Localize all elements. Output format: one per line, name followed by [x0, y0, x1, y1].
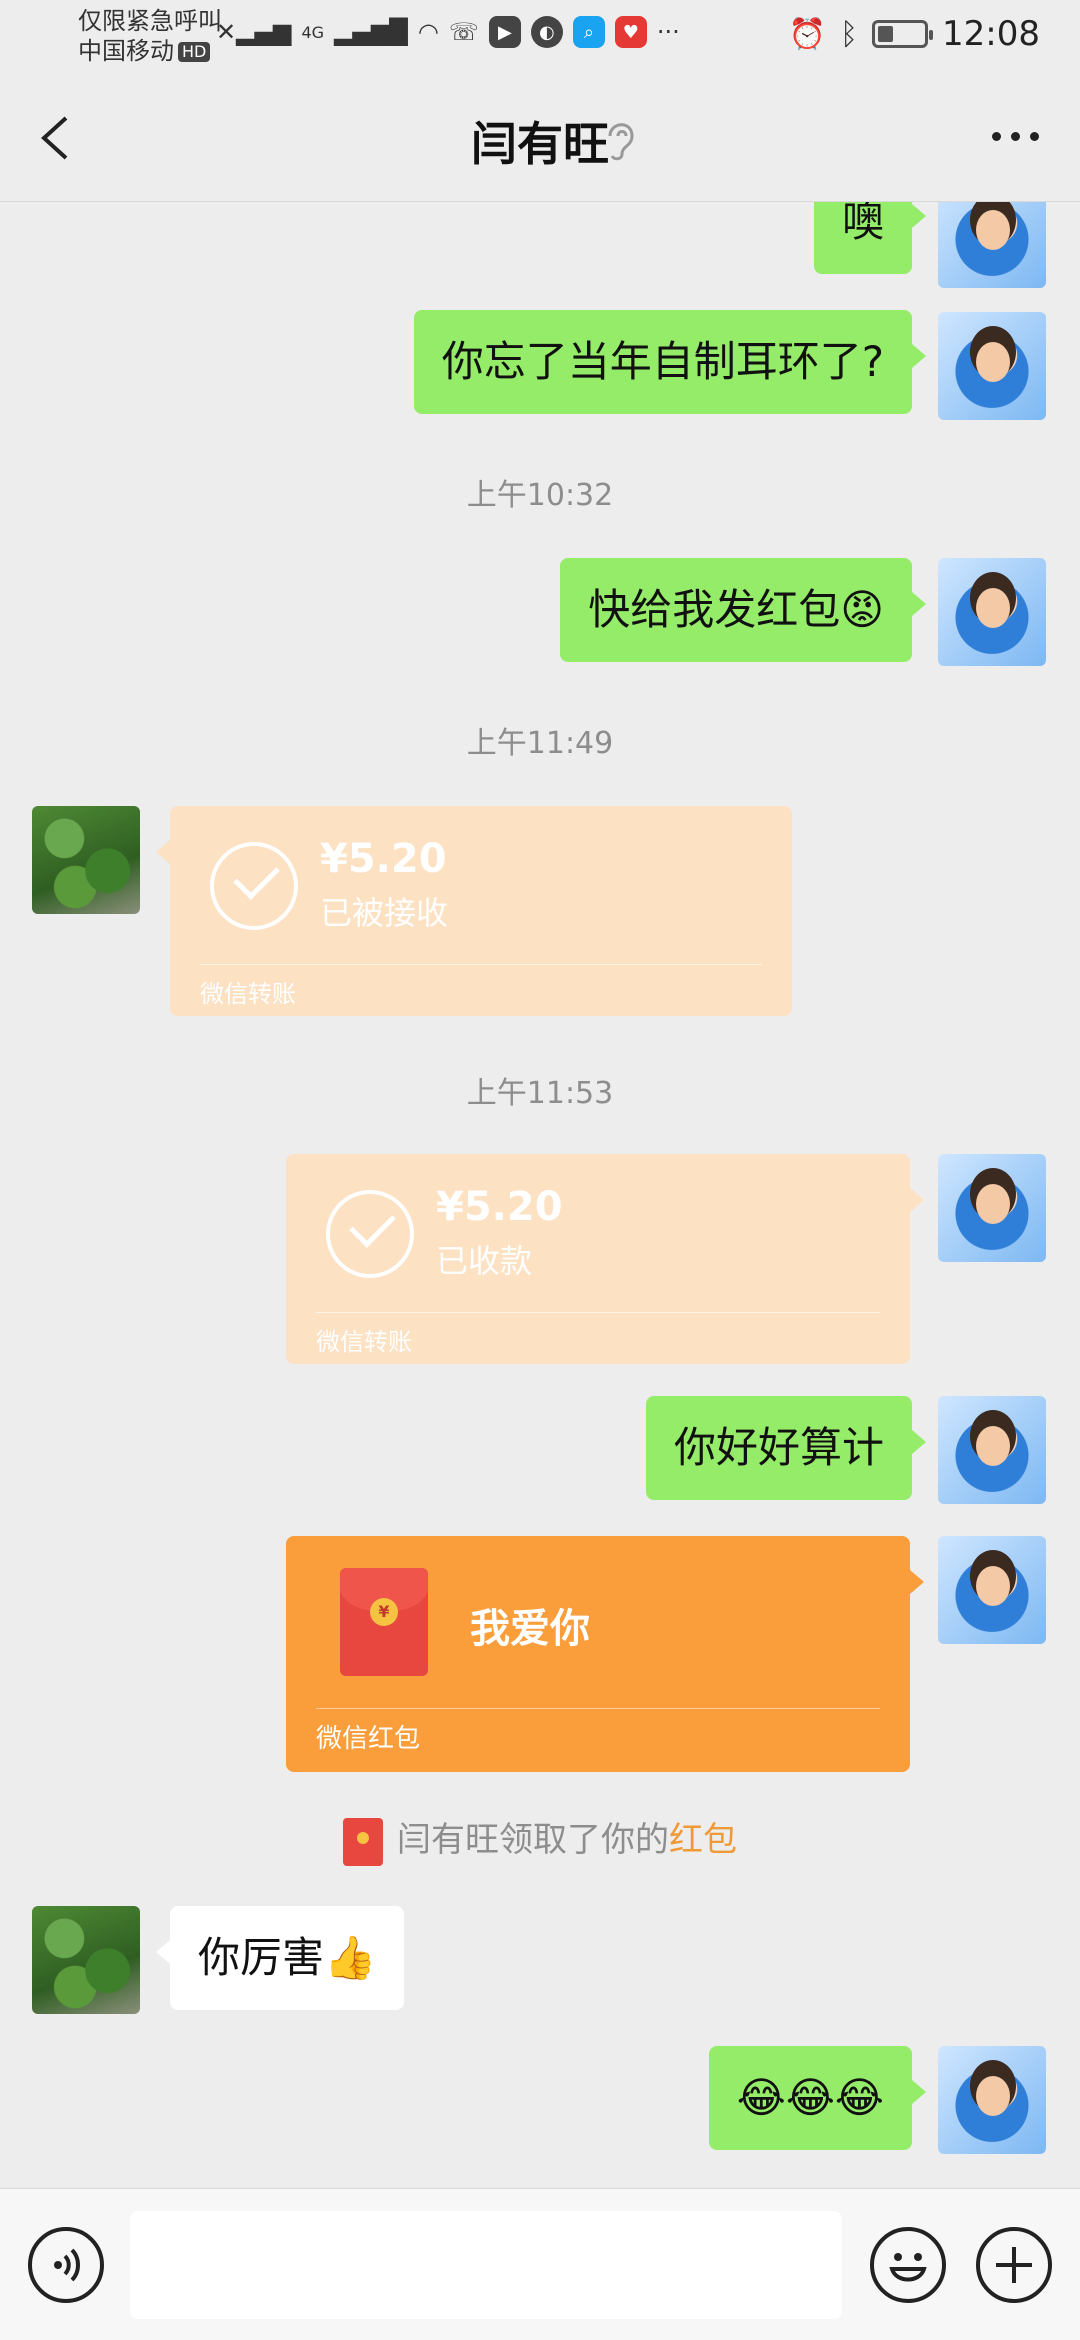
divider [200, 964, 762, 965]
red-envelope-icon: ¥ [340, 1568, 428, 1676]
my-avatar[interactable] [938, 202, 1046, 288]
transfer-amount: ¥5.20 [320, 836, 447, 882]
carrier-name: 中国移动 [78, 37, 174, 65]
message-bubble-sent[interactable]: 😂😂😂 [708, 2046, 927, 2150]
my-avatar[interactable] [938, 2046, 1046, 2154]
more-notifications-icon: ··· [656, 18, 680, 46]
transfer-status: 已被接收 [320, 894, 449, 932]
message-bubble-received[interactable]: 你厉害👍 [155, 1906, 405, 2010]
network-type: 4G [301, 22, 325, 42]
contact-avatar[interactable] [32, 806, 140, 914]
status-bar: 仅限紧急呼叫 中国移动 HD ✕▂▄▆ 4G ▂▄▆█ ◠ ☏ ▶ ◐ ⌕ ♥ ·… [0, 0, 1080, 74]
missed-call-icon: ☏ [448, 18, 479, 46]
message-list[interactable]: 噢 你忘了当年自制耳环了? 上午10:32 快给我发红包😡 上午11:49 ¥5… [0, 202, 1080, 2188]
red-packet-card[interactable]: ¥ 我爱你 微信红包 [286, 1536, 924, 1772]
more-functions-button[interactable] [976, 2227, 1052, 2303]
signal-icon: ▂▄▆█ [334, 18, 408, 46]
check-icon [326, 1190, 414, 1278]
timestamp: 上午10:32 [466, 478, 614, 513]
no-signal-icon: ✕▂▄▆ [216, 18, 292, 46]
red-packet-message: 我爱你 [470, 1606, 590, 1652]
transfer-label: 微信转账 [200, 980, 296, 1008]
wifi-icon: ◠ [417, 18, 439, 46]
heart-app-icon: ♥ [614, 16, 647, 48]
plus-icon [996, 2247, 1032, 2283]
red-packet-label: 微信红包 [316, 1724, 421, 1754]
clock: 12:08 [942, 14, 1040, 54]
my-avatar[interactable] [938, 1154, 1046, 1262]
transfer-card-received[interactable]: ¥5.20 已被接收 微信转账 [156, 806, 792, 1016]
system-message-text: 闫有旺领取了你的 [397, 1820, 669, 1860]
emoji-button[interactable] [870, 2227, 946, 2303]
yuan-coin-icon: ¥ [370, 1598, 398, 1626]
alarm-icon: ⏰ [788, 16, 827, 52]
check-icon [210, 842, 298, 930]
chat-title: 闫有旺 [471, 117, 609, 171]
earpiece-mode-icon [608, 123, 634, 161]
dot-icon [1029, 131, 1039, 141]
transfer-label: 微信转账 [316, 1328, 412, 1356]
hd-badge: HD [178, 42, 211, 62]
app-notification-icon: ▶ [488, 16, 521, 48]
my-avatar[interactable] [938, 1536, 1046, 1644]
timestamp: 上午11:49 [466, 726, 614, 761]
status-right: ⏰ ᛒ 12:08 [789, 14, 1040, 54]
divider [316, 1312, 880, 1313]
status-icons: ✕▂▄▆ 4G ▂▄▆█ ◠ ☏ ▶ ◐ ⌕ ♥ ··· [216, 16, 680, 48]
carrier-emergency-text: 仅限紧急呼叫 [78, 7, 222, 35]
voice-input-button[interactable] [28, 2227, 104, 2303]
battery-icon [872, 20, 934, 48]
smiley-icon [889, 2253, 927, 2282]
battery-level [878, 26, 894, 42]
timestamp: 上午11:53 [466, 1076, 614, 1111]
chat-header: 闫有旺 [0, 74, 1080, 202]
voice-icon [54, 2248, 80, 2282]
bluetooth-icon: ᛒ [840, 16, 859, 52]
my-avatar[interactable] [938, 312, 1046, 420]
my-avatar[interactable] [938, 1396, 1046, 1504]
more-options-button[interactable] [980, 108, 1050, 164]
search-app-icon: ⌕ [572, 16, 605, 48]
dot-icon [1010, 131, 1020, 141]
transfer-card-sent[interactable]: ¥5.20 已收款 微信转账 [286, 1154, 924, 1364]
transfer-amount: ¥5.20 [436, 1184, 563, 1230]
transfer-status: 已收款 [436, 1242, 533, 1280]
browser-notification-icon: ◐ [530, 16, 563, 48]
divider [316, 1708, 880, 1709]
message-bubble-sent[interactable]: 噢 [813, 202, 927, 274]
message-bubble-sent[interactable]: 快给我发红包😡 [560, 558, 926, 662]
message-input[interactable] [130, 2211, 842, 2319]
wechat-chat-screen: 仅限紧急呼叫 中国移动 HD ✕▂▄▆ 4G ▂▄▆█ ◠ ☏ ▶ ◐ ⌕ ♥ ·… [0, 0, 1080, 2340]
dot-icon [991, 131, 1001, 141]
message-bubble-sent[interactable]: 你忘了当年自制耳环了? [413, 310, 927, 414]
input-bar [0, 2188, 1080, 2340]
message-bubble-sent[interactable]: 你好好算计 [645, 1396, 927, 1500]
my-avatar[interactable] [938, 558, 1046, 666]
contact-avatar[interactable] [32, 1906, 140, 2014]
red-packet-link[interactable]: 红包 [669, 1820, 737, 1860]
system-message: 闫有旺领取了你的红包 [0, 1812, 1080, 1866]
carrier-info: 仅限紧急呼叫 中国移动 HD [78, 6, 222, 66]
red-envelope-icon [343, 1817, 383, 1866]
